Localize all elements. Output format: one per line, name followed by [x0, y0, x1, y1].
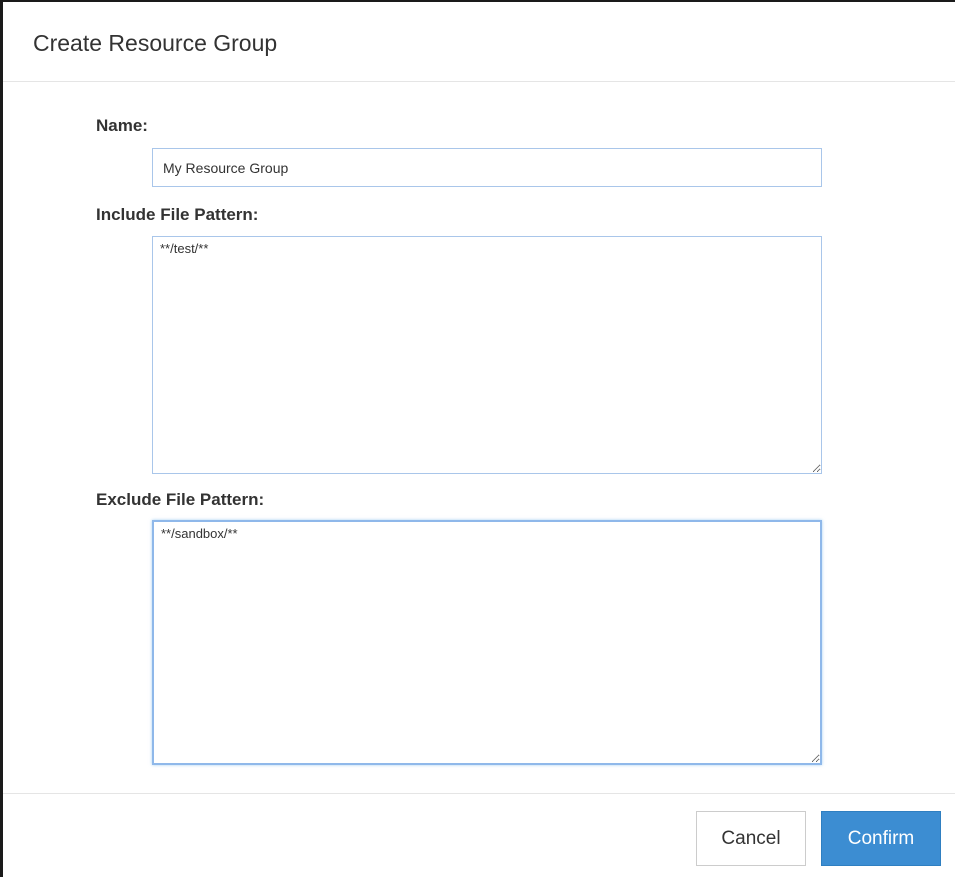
cancel-button[interactable]: Cancel: [696, 811, 806, 866]
create-resource-group-dialog: Create Resource Group Name: Include File…: [0, 0, 955, 877]
dialog-footer: Cancel Confirm: [3, 793, 955, 879]
confirm-button[interactable]: Confirm: [821, 811, 941, 866]
name-input[interactable]: [152, 148, 822, 187]
exclude-pattern-label: Exclude File Pattern:: [96, 490, 265, 509]
exclude-pattern-textarea[interactable]: **/sandbox/**: [152, 520, 822, 765]
include-pattern-textarea[interactable]: **/test/**: [152, 236, 822, 474]
dialog-header: Create Resource Group: [3, 2, 955, 82]
name-label: Name:: [96, 116, 148, 135]
dialog-title: Create Resource Group: [33, 30, 278, 56]
include-pattern-label: Include File Pattern:: [96, 205, 259, 224]
